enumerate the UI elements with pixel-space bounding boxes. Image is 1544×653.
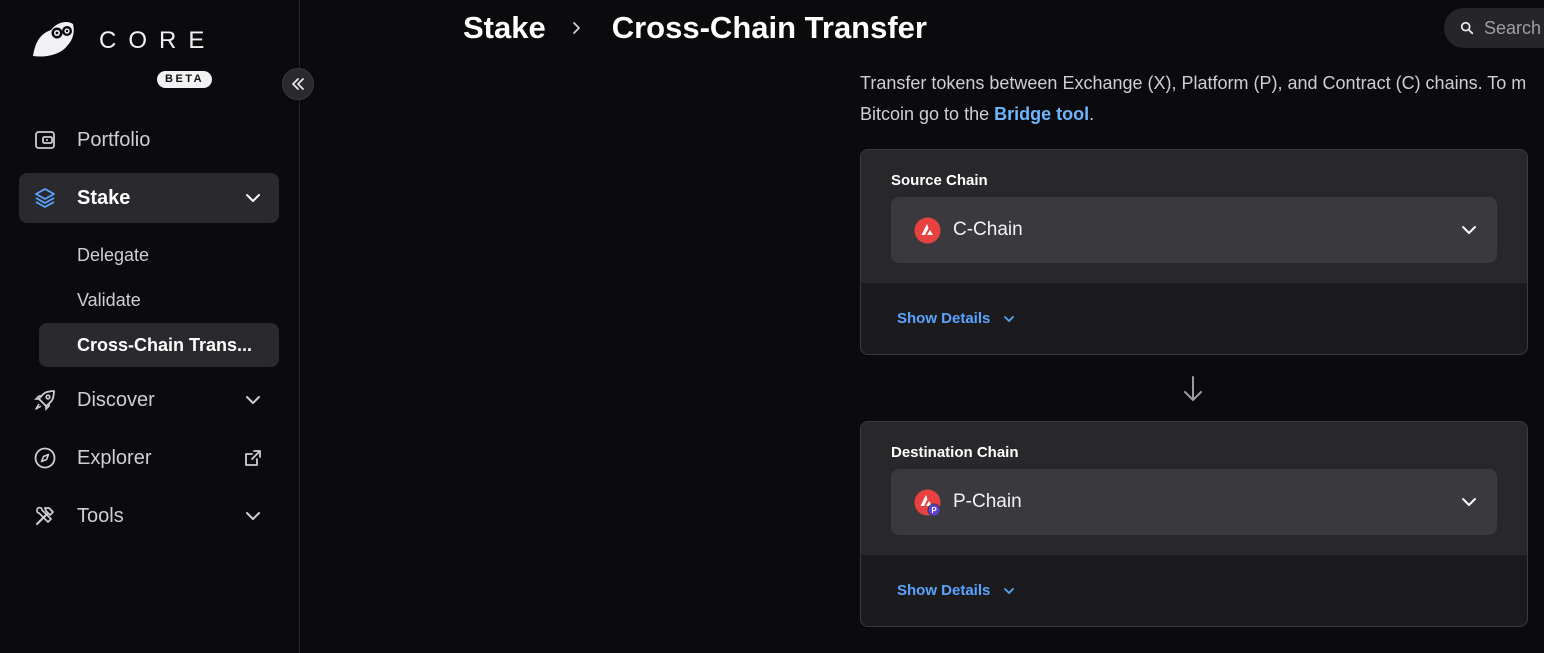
chevron-down-icon [246,194,260,202]
sidebar-subitem-label: Delegate [77,244,150,265]
sidebar-item-label: Portfolio [77,128,151,151]
double-chevron-left-icon [292,78,304,90]
source-chain-label: Source Chain [891,172,988,189]
sidebar-subitem-label: Validate [77,289,141,310]
logo-text: CORE [99,27,217,54]
sidebar-item-label: Explorer [77,446,152,469]
sidebar-subitem-cross-chain-transfer[interactable]: Cross-Chain Trans... [39,323,279,367]
bridge-tool-link[interactable]: Bridge tool [994,104,1089,124]
layers-icon [33,186,57,210]
sidebar-item-explorer[interactable]: Explorer [19,433,279,483]
avalanche-p-chain-icon: P [914,489,941,516]
tools-icon [33,504,57,528]
p-chain-badge: P [931,506,937,515]
search-bar[interactable] [1444,8,1544,48]
page-title: Cross-Chain Transfer [611,10,927,45]
wallet-icon [33,128,57,152]
intro-text: Transfer tokens between Exchange (X), Pl… [860,68,1544,130]
destination-chain-value: P-Chain [953,491,1022,512]
sidebar-item-tools[interactable]: Tools [19,491,279,541]
search-icon [1460,21,1474,35]
source-show-details-button[interactable]: Show Details [897,310,1016,327]
logo[interactable]: CORE [27,18,204,60]
chevron-down-icon [246,512,260,520]
sidebar-subitem-validate[interactable]: Validate [39,278,279,322]
source-chain-card: Source Chain C-Chain Show Details [860,149,1528,355]
owl-logo-icon [33,22,74,57]
source-chain-value: C-Chain [953,219,1023,240]
source-chain-header: Source Chain C-Chain [861,150,1527,283]
sidebar-item-discover[interactable]: Discover [19,375,279,425]
chevron-down-icon [1004,315,1015,322]
intro-line-2: Bitcoin go to the Bridge tool. [860,99,1544,130]
source-chain-select[interactable]: C-Chain [891,197,1497,263]
destination-show-details-button[interactable]: Show Details [897,582,1016,599]
chevron-right-icon [572,21,584,35]
breadcrumb: Stake Cross-Chain Transfer [463,8,927,48]
beta-badge: BETA [157,71,213,88]
sidebar: CORE BETA Portfolio Stake Delegate Valid… [0,0,314,653]
sidebar-item-stake[interactable]: Stake [19,173,279,223]
show-details-label: Show Details [897,582,991,599]
sidebar-item-portfolio[interactable]: Portfolio [19,115,279,165]
chevron-down-icon [1462,226,1476,234]
sidebar-subitem-label: Cross-Chain Trans... [77,334,253,355]
breadcrumb-stake[interactable]: Stake [463,10,546,46]
chevron-down-icon [1462,498,1476,506]
avalanche-icon [914,217,941,243]
compass-icon [33,446,57,470]
rocket-icon [33,388,57,412]
intro-line-1: Transfer tokens between Exchange (X), Pl… [860,73,1527,93]
chevron-down-icon [1004,587,1015,594]
arrow-down-icon [1184,376,1202,401]
destination-chain-header: Destination Chain P P-Chain [861,422,1527,555]
sidebar-subitem-delegate[interactable]: Delegate [39,233,279,277]
intro-line-2-prefix: Bitcoin go to the [860,104,995,124]
sidebar-item-label: Discover [77,388,155,411]
show-details-label: Show Details [897,310,991,327]
destination-chain-label: Destination Chain [891,444,1019,461]
sidebar-item-label: Tools [77,504,124,527]
destination-chain-select[interactable]: P P-Chain [891,469,1497,535]
intro-line-2-suffix: . [1089,104,1095,124]
destination-chain-card: Destination Chain P P-Chain Show Details [860,421,1528,627]
chevron-down-icon [246,396,260,404]
app: CORE BETA Portfolio Stake Delegate Valid… [0,0,1544,653]
external-link-icon [245,450,261,466]
collapse-sidebar-button[interactable] [282,68,314,100]
search-input[interactable] [1484,17,1544,39]
sidebar-item-label: Stake [77,186,131,209]
